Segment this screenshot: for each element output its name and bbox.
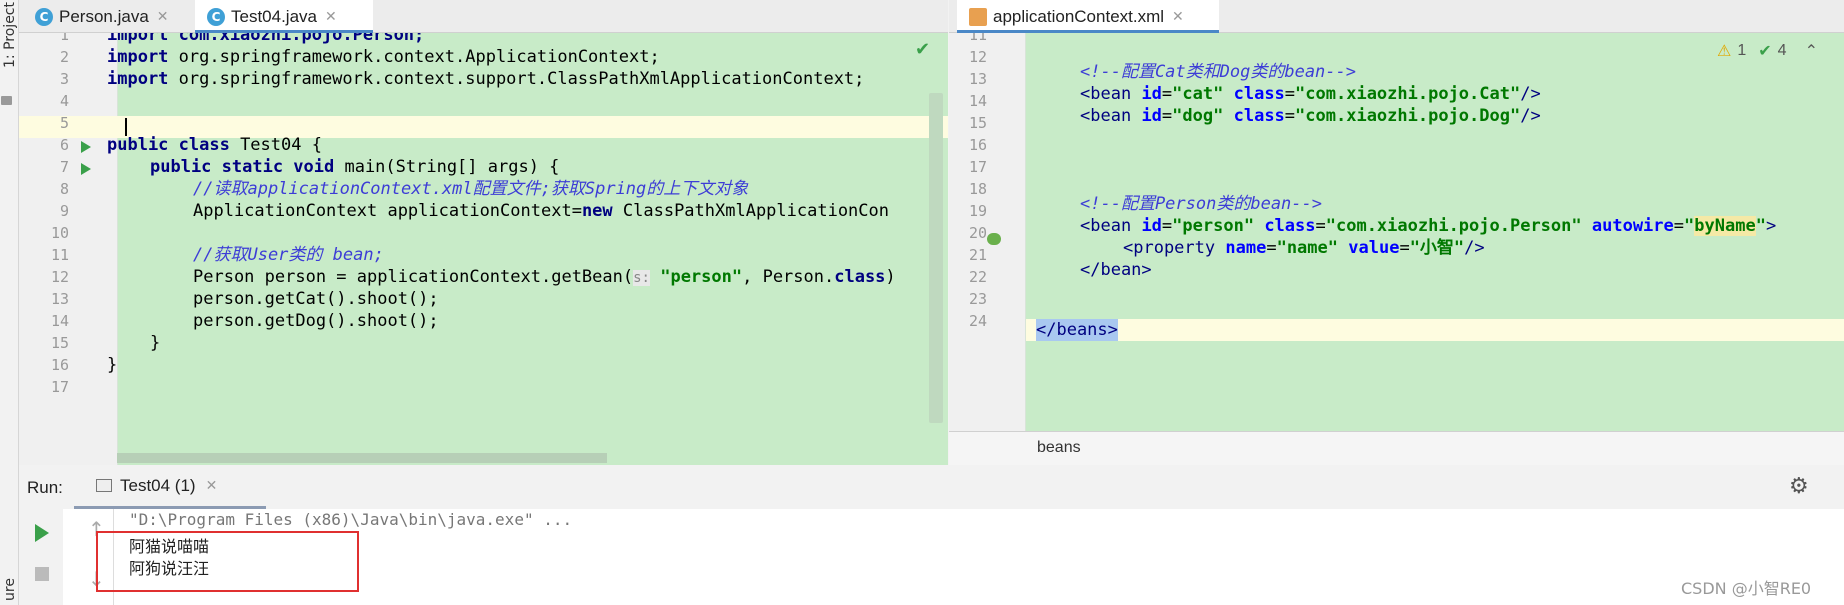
code-line-15: } (150, 333, 161, 353)
run-tab-test04[interactable]: Test04 (1) ✕ (74, 465, 266, 509)
gear-icon[interactable]: ⚙ (1789, 474, 1809, 499)
chevron-up-icon[interactable]: ⌃ (1805, 41, 1818, 61)
line-number: 14 (968, 92, 987, 110)
line-number: 21 (968, 246, 987, 264)
tab-applicationcontext-xml[interactable]: applicationContext.xml ✕ (957, 0, 1219, 33)
line-number: 17 (50, 378, 69, 396)
close-icon[interactable]: ✕ (325, 8, 337, 25)
vertical-scrollbar[interactable] (929, 93, 943, 423)
code-line-3: import org.springframework.context.suppo… (107, 69, 865, 89)
line-number: 15 (50, 334, 69, 352)
parameter-hint: s: (633, 270, 650, 286)
close-icon[interactable]: ✕ (206, 478, 218, 494)
code-line-11: //获取User类的 bean; (193, 245, 384, 265)
code-line-8: //读取applicationContext.xml配置文件;获取Spring的… (193, 179, 749, 199)
highlight-box (96, 531, 359, 592)
close-icon[interactable]: ✕ (157, 8, 169, 25)
tab-test04-java[interactable]: C Test04.java ✕ (195, 0, 373, 33)
code-line-9: ApplicationContext applicationContext=ne… (193, 201, 889, 221)
code-line-13: person.getCat().shoot(); (193, 289, 439, 309)
close-icon[interactable]: ✕ (1172, 8, 1184, 25)
xml-line-24: </beans> (1036, 319, 1118, 341)
tab-label: applicationContext.xml (993, 6, 1165, 26)
tab-label: Person.java (59, 6, 149, 26)
line-number: 1 (59, 33, 69, 44)
xml-line-20: <bean id="person" class="com.xiaozhi.poj… (1080, 216, 1777, 236)
inspection-ok-icon[interactable]: ✔ (915, 39, 930, 60)
code-line-1: import com.xiaozhi.pojo.Person; (107, 33, 425, 45)
line-number: 6 (59, 136, 69, 154)
line-number: 14 (50, 312, 69, 330)
run-toolbar (19, 509, 63, 605)
line-number: 12 (968, 48, 987, 66)
line-number: 12 (50, 268, 69, 286)
line-number: 16 (968, 136, 987, 154)
line-number: 11 (968, 33, 987, 44)
breadcrumb[interactable]: beans (1037, 439, 1081, 457)
xml-line-21: <property name="name" value="小智"/> (1123, 238, 1485, 258)
line-number: 23 (968, 290, 987, 308)
tab-person-java[interactable]: C Person.java ✕ (23, 0, 191, 33)
line-number: 18 (968, 180, 987, 198)
project-icon (1, 96, 12, 105)
warning-icon: ⚠ (1717, 43, 1732, 60)
class-run-icon: C (207, 7, 225, 26)
code-line-6: public class Test04 { (107, 135, 322, 155)
line-number: 7 (59, 158, 69, 176)
horizontal-scrollbar[interactable] (117, 453, 607, 463)
line-number: 15 (968, 114, 987, 132)
code-line-14: person.getDog().shoot(); (193, 311, 439, 331)
rerun-icon[interactable] (35, 524, 49, 542)
bean-gutter-icon[interactable] (987, 233, 1001, 245)
run-panel-header: Run: Test04 (1) ✕ ⚙ (19, 465, 1844, 509)
line-number: 8 (59, 180, 69, 198)
xml-line-13: <!--配置Cat类和Dog类的bean--> (1080, 62, 1356, 82)
run-class-icon[interactable] (81, 141, 91, 153)
structure-tool-button[interactable]: ure (2, 578, 18, 601)
xml-line-22: </bean> (1080, 260, 1152, 280)
code-line-12: Person person = applicationContext.getBe… (193, 267, 896, 287)
xml-file-icon (969, 7, 987, 26)
line-number: 3 (59, 70, 69, 88)
line-number: 20 (968, 224, 987, 242)
run-main-icon[interactable] (81, 163, 91, 175)
tool-window-strip: 1: Project ure (0, 0, 19, 605)
line-number: 4 (59, 92, 69, 110)
breadcrumb-bar: beans (949, 431, 1844, 465)
run-panel: Run: Test04 (1) ✕ ⚙ ↑ ↓ "D:\Program File… (19, 465, 1844, 605)
line-number: 17 (968, 158, 987, 176)
line-number: 11 (50, 246, 69, 264)
run-label: Run: (27, 478, 63, 497)
code-line-7: public static void main(String[] args) { (150, 157, 560, 177)
line-number: 2 (59, 48, 69, 66)
class-icon: C (35, 7, 53, 26)
stop-icon[interactable] (35, 567, 49, 581)
right-editor[interactable]: 11 12 13 14 15 16 17 18 19 20 21 22 23 2… (949, 33, 1844, 431)
xml-line-14: <bean id="cat" class="com.xiaozhi.pojo.C… (1080, 84, 1541, 104)
run-command: "D:\Program Files (x86)\Java\bin\java.ex… (129, 510, 573, 529)
left-editor[interactable]: 1 2 3 4 5 6 7 8 9 10 11 12 13 14 15 16 1… (19, 33, 948, 465)
line-number: 19 (968, 202, 987, 220)
left-editor-tabbar: C Person.java ✕ C Test04.java ✕ (19, 0, 948, 33)
line-number: 24 (968, 312, 987, 330)
inspection-widget[interactable]: ⚠ 1 ✔ 4 ⌃ (1717, 41, 1818, 61)
tab-label: Test04.java (231, 6, 317, 26)
line-number: 9 (59, 202, 69, 220)
current-line (1026, 319, 1844, 341)
line-number: 16 (50, 356, 69, 374)
code-line-2: import org.springframework.context.Appli… (107, 47, 660, 67)
line-number: 13 (968, 70, 987, 88)
line-number: 22 (968, 268, 987, 286)
console-icon (96, 479, 112, 492)
code-line-16: } (107, 355, 118, 375)
weak-warning-icon: ✔ (1758, 43, 1772, 60)
xml-line-15: <bean id="dog" class="com.xiaozhi.pojo.D… (1080, 106, 1541, 126)
right-editor-tabbar: applicationContext.xml ✕ (949, 0, 1844, 33)
project-tool-button[interactable]: 1: Project (2, 2, 18, 68)
xml-line-19: <!--配置Person类的bean--> (1080, 194, 1322, 214)
watermark: CSDN @小智RE0 (1681, 579, 1812, 598)
line-number: 10 (50, 224, 69, 242)
line-number: 5 (59, 114, 69, 132)
line-number: 13 (50, 290, 69, 308)
